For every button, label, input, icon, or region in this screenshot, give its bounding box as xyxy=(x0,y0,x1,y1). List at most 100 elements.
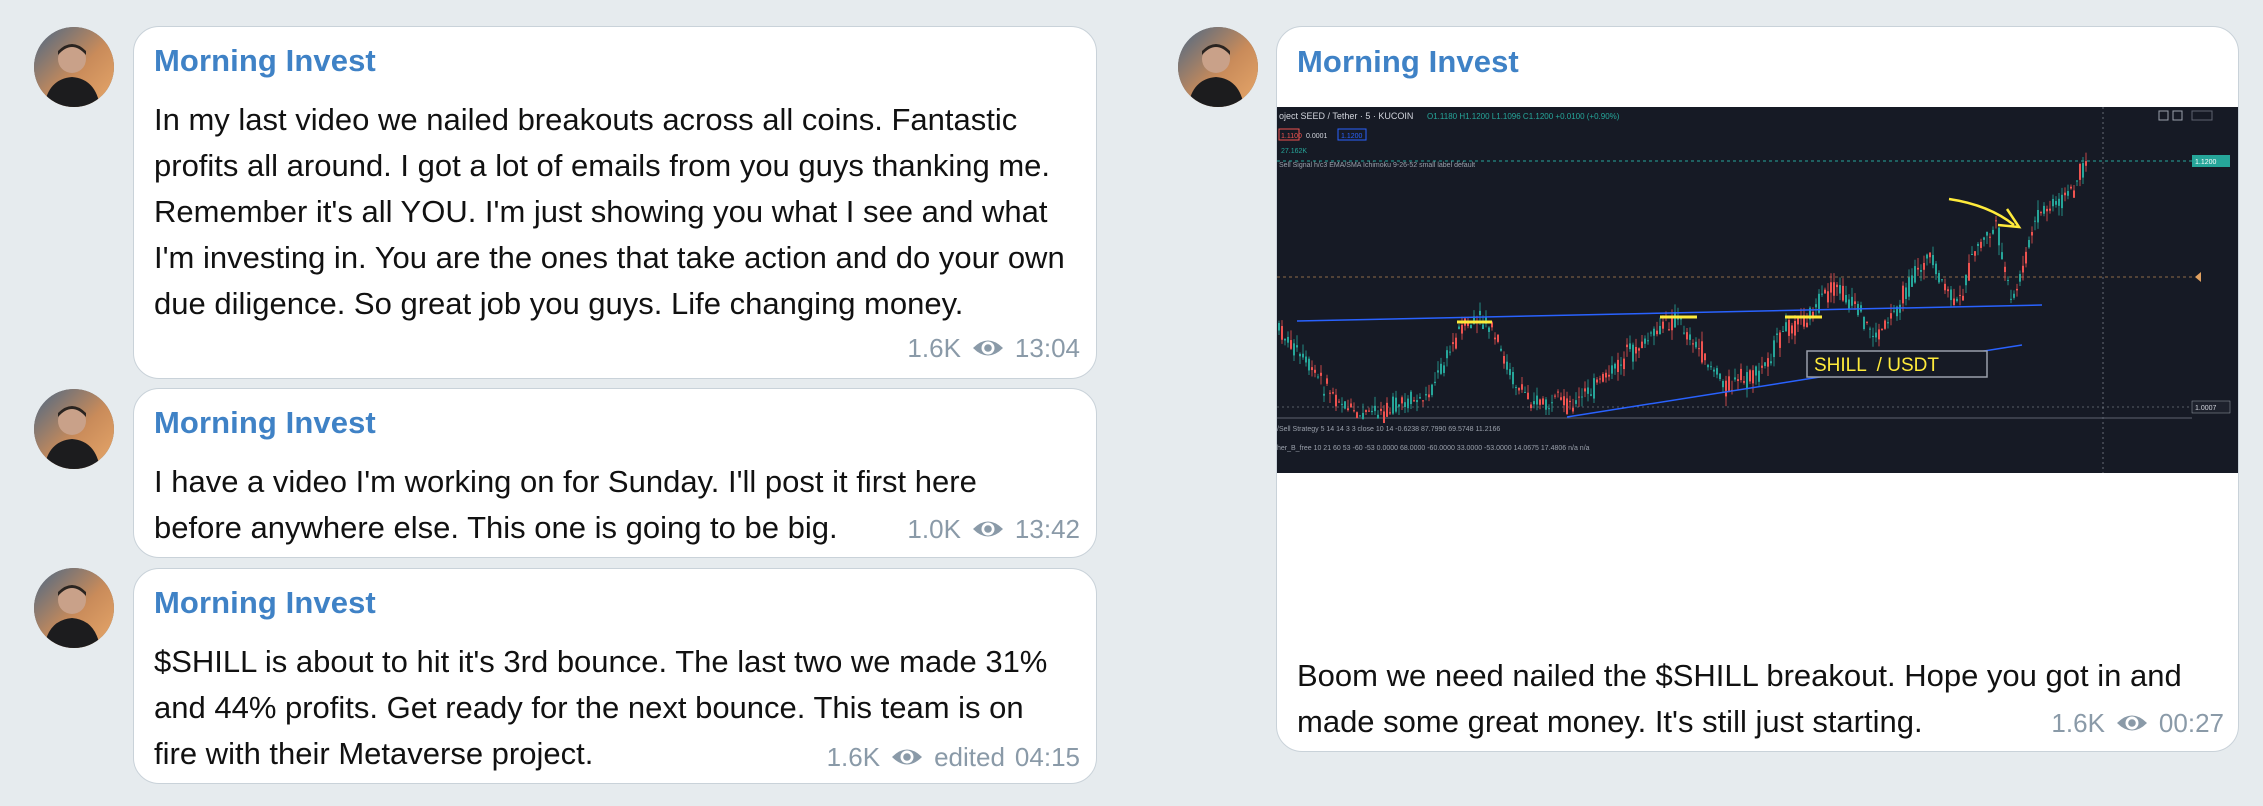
candle-body xyxy=(1374,405,1376,412)
breakout-arrowhead xyxy=(1997,208,2022,229)
candle-body xyxy=(1545,399,1547,410)
chart-tool-icon xyxy=(2172,110,2183,121)
candle-body xyxy=(1500,348,1502,351)
oscillator-line: her_B_free 10 21 60 53 -60 -53 0.0000 68… xyxy=(1277,445,1590,452)
candle-body xyxy=(1635,346,1637,354)
sender-name[interactable]: Morning Invest xyxy=(154,43,376,79)
candle-body xyxy=(1434,381,1436,384)
sender-name[interactable]: Morning Invest xyxy=(154,585,376,621)
candle-body xyxy=(1326,378,1328,384)
candle-body xyxy=(1965,274,1967,286)
candle-body xyxy=(1305,356,1307,363)
candle-body xyxy=(1737,379,1739,382)
candle-body xyxy=(1782,331,1784,333)
candle-body xyxy=(1554,395,1556,397)
candle-body xyxy=(1866,321,1868,323)
price-marker xyxy=(2195,272,2201,282)
message-bubble[interactable]: Morning Invest $SHILL is about to hit it… xyxy=(133,568,1097,784)
candle-body xyxy=(1398,404,1400,407)
candle-body xyxy=(1587,387,1589,394)
candle-body xyxy=(2061,194,2063,209)
candle-body xyxy=(1761,365,1763,368)
candle-body xyxy=(1344,401,1346,409)
candle-body xyxy=(1686,332,1688,340)
candle-body xyxy=(1296,345,1298,348)
candle-body xyxy=(1710,366,1712,368)
candle-body xyxy=(1905,287,1907,299)
candle-body xyxy=(1632,344,1634,362)
view-count: 1.0K xyxy=(907,513,961,544)
message-bubble[interactable]: Morning Invest I have a video I'm workin… xyxy=(133,388,1097,558)
candle-body xyxy=(1359,415,1361,417)
chart-image[interactable]: oject SEED / Tether · 5 · KUCOIN O1.1180… xyxy=(1277,107,2238,473)
candle-body xyxy=(2046,208,2048,212)
candle-body xyxy=(2019,274,2021,282)
candle-body xyxy=(1506,361,1508,370)
candle-body xyxy=(1788,319,1790,336)
candle-body xyxy=(1392,396,1394,414)
candle-body xyxy=(2055,201,2057,205)
candle-body xyxy=(1557,391,1559,393)
candle-body xyxy=(1653,328,1655,336)
candle-body xyxy=(1278,323,1280,331)
candle-body xyxy=(1593,378,1595,399)
candle-body xyxy=(1350,403,1352,408)
candle-body xyxy=(2082,163,2084,178)
candle-body xyxy=(1287,336,1289,343)
eye-icon xyxy=(892,749,923,765)
candle-body xyxy=(1503,356,1505,364)
candle-body xyxy=(1338,401,1340,403)
eye-icon xyxy=(2116,715,2147,731)
candle-body xyxy=(1680,318,1682,320)
candle-body xyxy=(1332,392,1334,394)
candle-body xyxy=(1662,321,1664,329)
candle-body xyxy=(1923,262,1925,270)
candle-body xyxy=(1341,403,1343,405)
price-chart: oject SEED / Tether · 5 · KUCOIN O1.1180… xyxy=(1277,107,2231,473)
avatar[interactable] xyxy=(34,389,114,469)
candle-body xyxy=(1497,334,1499,342)
candle-body xyxy=(1749,370,1751,382)
message-bubble[interactable]: Morning Invest In my last video we naile… xyxy=(133,26,1097,379)
candle-body xyxy=(1644,338,1646,344)
candle-body xyxy=(1656,330,1658,335)
sender-name[interactable]: Morning Invest xyxy=(154,405,376,441)
candle-body xyxy=(1524,391,1526,393)
candle-body xyxy=(1539,399,1541,405)
candle-body xyxy=(1446,350,1448,359)
eye-icon xyxy=(972,340,1003,356)
candle-body xyxy=(1989,236,1991,238)
candle-body xyxy=(1932,254,1934,266)
volume-label: 27.162K xyxy=(1281,148,1307,155)
candle-body xyxy=(1794,320,1796,336)
candle-body xyxy=(1413,400,1415,402)
candle-body xyxy=(2043,205,2045,214)
candle-body xyxy=(1317,376,1319,378)
chart-pair-title: oject SEED / Tether · 5 · KUCOIN xyxy=(1279,111,1413,121)
candle-body xyxy=(1377,414,1379,419)
candle-body xyxy=(1995,220,1997,222)
avatar[interactable] xyxy=(34,568,114,648)
candle-body xyxy=(1914,266,1916,283)
chart-ohlc: O1.1180 H1.1200 L1.1096 C1.1200 +0.0100 … xyxy=(1427,112,1620,121)
candle-body xyxy=(1527,392,1529,400)
candle-body xyxy=(1872,335,1874,338)
avatar[interactable] xyxy=(1178,27,1258,107)
candle-body xyxy=(1743,381,1745,383)
message-bubble[interactable]: Morning Invest oject SEED / Tether · 5 ·… xyxy=(1276,26,2239,752)
candle-body xyxy=(1878,329,1880,340)
candle-body xyxy=(1869,328,1871,330)
candle-body xyxy=(1518,387,1520,391)
candle-body xyxy=(1602,373,1604,382)
candle-body xyxy=(1353,410,1355,412)
resistance-trendline xyxy=(1296,304,2043,322)
candle-body xyxy=(1821,293,1823,295)
candle-body xyxy=(1437,370,1439,373)
candle-body xyxy=(2016,288,2018,291)
candle-body xyxy=(1722,380,1724,388)
avatar[interactable] xyxy=(34,27,114,107)
message-time: 13:42 xyxy=(1014,513,1080,544)
candle-body xyxy=(1851,296,1853,306)
sender-name[interactable]: Morning Invest xyxy=(1297,44,1519,80)
candle-body xyxy=(1767,358,1769,367)
